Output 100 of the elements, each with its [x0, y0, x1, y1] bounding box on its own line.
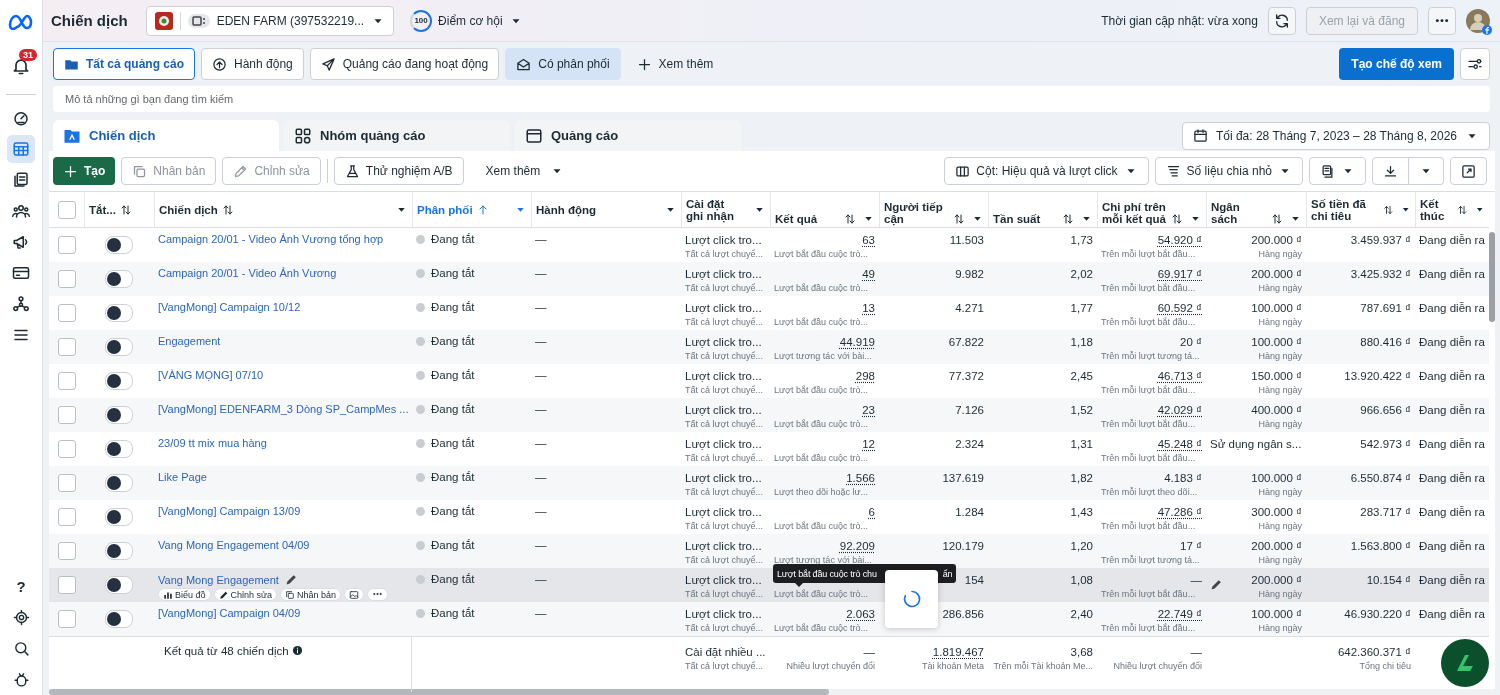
avatar[interactable] [1466, 8, 1490, 33]
campaign-link[interactable]: Like Page [158, 471, 207, 483]
table-row[interactable]: [VangMong] Campaign 13/09 Đang tắt — Lượt click tro... Tất cả lượt chuyể... 6 Lượt bắt đầu cuộc trò... 1.284 1,43 47.286 ₫ Trên mỗi lượt bắt đầu... 300.000 ₫ Hàng ngày 283.717 ₫ Đang diễn ra [49, 500, 1489, 534]
table-row[interactable]: 23/09 tt mix mua hàng Đang tắt — Lượt click tro... Tất cả lượt chuyể... 12 Lượt bắt đầu cuộc trò... 2.324 1,31 45.248 ₫ Trên mỗi lượt bắt đầu... Sử dụng ngân s... 542.973 ₫ Đang diễn ra [49, 432, 1489, 466]
toggle-switch[interactable] [105, 576, 133, 594]
result-value[interactable]: 63 [862, 233, 875, 247]
level-tab[interactable]: Nhóm quảng cáo [284, 120, 510, 151]
result-value[interactable]: 6 [868, 505, 875, 519]
row-checkbox[interactable] [57, 338, 76, 356]
notifications-button[interactable]: 31 [7, 52, 35, 80]
row-checkbox[interactable] [57, 542, 76, 560]
select-all-checkbox[interactable] [57, 200, 76, 219]
opportunity-score-button[interactable]: 100 Điểm cơ hội [410, 9, 523, 32]
row-action-button[interactable]: Chỉnh sửa [213, 588, 278, 601]
table-row[interactable]: Campaign 20/01 - Video Ảnh Vương Đang tắt — Lượt click tro... Tất cả lượt chuyể... 49 Lượt bắt đầu cuộc trò... 9.982 2,02 69.917 ₫ Trên mỗi lượt bắt đầu... 200.000 ₫ Hàng ngày 3.425.932 ₫ Đang diễn ra [49, 262, 1489, 296]
row-checkbox[interactable] [57, 610, 76, 628]
campaign-link[interactable]: [VangMong] Campaign 10/12 [158, 301, 301, 313]
column-header[interactable]: Kết quả [770, 192, 879, 227]
column-header[interactable]: Hành động [531, 192, 681, 227]
help-button[interactable]: ? [7, 572, 35, 601]
campaign-link[interactable]: Vang Mong Engagement 04/09 [158, 539, 310, 551]
table-row[interactable] [49, 398, 1489, 432]
toolbar-button[interactable]: Thử nghiệm A/B [333, 157, 464, 185]
campaign-link[interactable]: [VÀNG MỌNG] 07/10 [158, 369, 264, 381]
toggle-switch[interactable] [105, 474, 133, 492]
result-value[interactable]: 298 [855, 369, 875, 383]
toggle-switch[interactable] [105, 304, 133, 322]
campaign-link[interactable]: [VangMong] EDENFARM_3 Dòng SP_CampMes ... [158, 403, 409, 415]
edit-budget-button[interactable] [1210, 578, 1223, 591]
result-value[interactable]: 23 [862, 403, 875, 417]
row-action-button[interactable]: Nhân bản [280, 588, 342, 601]
campaign-link[interactable]: 23/09 tt mix mua hàng [158, 437, 267, 449]
more-button[interactable] [1428, 6, 1456, 35]
column-header[interactable]: Chi phí trên mỗi kết quả [1097, 192, 1206, 227]
columns-dropdown[interactable]: Cột: Hiệu quả và lượt click [944, 157, 1149, 185]
export-button[interactable] [1372, 157, 1409, 185]
result-value[interactable]: 12 [862, 437, 875, 451]
column-header[interactable]: Ngân sách [1206, 192, 1306, 227]
column-header[interactable]: Cài đặt ghi nhận [681, 192, 770, 227]
column-header[interactable]: Tắt... [84, 192, 154, 227]
more-actions-button[interactable] [367, 588, 389, 601]
result-value[interactable]: 44.919 [839, 335, 875, 349]
toggle-switch[interactable] [105, 440, 133, 458]
table-row[interactable]: Engagement Đang tắt — Lượt click tro... Tất cả lượt chuyể... 44.919 Lượt tương tác với bài... 67.822 1,18 20 ₫ Trên mỗi lượt tương tá... 100.000 ₫ Hàng ngày 880.416 ₫ Đang diễn ra [49, 330, 1489, 364]
infinity-logo-icon[interactable] [8, 14, 34, 30]
assistant-button[interactable] [1441, 639, 1489, 687]
campaign-link[interactable]: [VangMong] Campaign 04/09 [158, 607, 301, 619]
create-view-button[interactable]: Tạo chế độ xem [1339, 48, 1454, 80]
column-header[interactable]: Kết thúc [1415, 192, 1489, 227]
rename-button[interactable] [284, 573, 298, 586]
filter-chip[interactable]: Hành động [201, 48, 304, 80]
row-checkbox[interactable] [57, 236, 76, 254]
filter-chip[interactable]: Tất cả quảng cáo [53, 48, 196, 80]
result-value[interactable]: 2.063 [846, 607, 875, 621]
row-checkbox[interactable] [57, 372, 76, 390]
row-checkbox[interactable] [57, 304, 76, 322]
refresh-button[interactable] [1267, 6, 1296, 35]
column-header[interactable]: Người tiếp cận [879, 192, 988, 227]
filter-settings-button[interactable] [1460, 48, 1490, 80]
campaign-link[interactable]: Vang Mong Engagement [158, 573, 279, 586]
level-tab[interactable]: Chiến dịch [53, 120, 279, 151]
toggle-switch[interactable] [105, 508, 133, 526]
filter-chip[interactable]: Quảng cáo đang hoạt động [309, 48, 500, 80]
row-action-button[interactable]: Biểu đồ [158, 588, 211, 601]
account-dropdown[interactable]: EDEN FARM (397532219... [145, 5, 395, 36]
reports-dropdown[interactable] [1309, 157, 1366, 185]
filter-chip[interactable]: Có phân phối [505, 48, 621, 80]
campaign-link[interactable]: Engagement [158, 335, 221, 347]
toolbar-button[interactable]: Xem thêm [475, 157, 575, 185]
result-value[interactable]: 13 [862, 301, 875, 315]
result-value[interactable]: 92.209 [839, 539, 875, 553]
row-checkbox[interactable] [57, 474, 76, 492]
row-checkbox[interactable] [57, 508, 76, 526]
search-field[interactable]: Mô tả những gì bạn đang tìm kiếm [53, 86, 1490, 112]
result-value[interactable]: 1.566 [846, 471, 875, 485]
campaign-link[interactable]: [VangMong] Campaign 13/09 [158, 505, 301, 517]
preview-button[interactable] [344, 588, 365, 601]
column-header[interactable]: Tần suất [988, 192, 1097, 227]
table-row[interactable]: [VÀNG MỌNG] 07/10 Đang tắt — Lượt click tro... Tất cả lượt chuyể... 298 Lượt bắt đầu cuộc trò... 77.372 2,45 46.713 ₫ Trên mỗi lượt bắt đầu... 150.000 ₫ Hàng ngày 13.920.422 ₫ Đang diễn ra [49, 364, 1489, 398]
toggle-switch[interactable] [105, 270, 133, 288]
toolbar-button[interactable]: Tạo [53, 157, 116, 185]
date-range-picker[interactable]: Tối đa: 28 Tháng 7, 2023 – 28 Tháng 8, 2026 [1181, 121, 1490, 150]
row-checkbox[interactable] [57, 576, 76, 594]
scrollbar-thumb[interactable] [1489, 232, 1495, 322]
campaign-link[interactable]: Campaign 20/01 - Video Ảnh Vương tổng hợp [158, 233, 384, 245]
toggle-switch[interactable] [105, 406, 133, 424]
result-value[interactable]: 49 [862, 267, 875, 281]
row-checkbox[interactable] [57, 406, 76, 424]
more-filters-button[interactable]: Xem thêm [626, 48, 724, 80]
toggle-switch[interactable] [105, 542, 133, 560]
row-checkbox[interactable] [57, 440, 76, 458]
toggle-switch[interactable] [105, 236, 133, 254]
table-row[interactable]: [VangMong] Campaign 04/09 Đang tắt — Lượt click tro... Tất cả lượt chuyể... 2.063 Lượt bắt đầu cuộc trò... 286.856 2,40 22.749 ₫ Trên mỗi lượt bắt đầu... 100.000 ₫ Hàng ngày 46.930.220 ₫ Đang diễn ra [49, 602, 1489, 636]
table-row[interactable]: [VangMong] Campaign 10/12 Đang tắt — Lượt click tro... Tất cả lượt chuyể... 13 Lượt bắt đầu cuộc trò... 4.271 1,77 60.592 ₫ Trên mỗi lượt bắt đầu... 100.000 ₫ Hàng ngày 787.691 ₫ Đang diễn ra [49, 296, 1489, 330]
level-tab[interactable]: Quảng cáo [515, 120, 741, 151]
toggle-switch[interactable] [105, 372, 133, 390]
column-header[interactable]: Số tiền đã chi tiêu [1306, 192, 1415, 227]
row-checkbox[interactable] [57, 270, 76, 288]
toggle-switch[interactable] [105, 610, 133, 628]
open-expand-button[interactable] [1450, 157, 1487, 185]
